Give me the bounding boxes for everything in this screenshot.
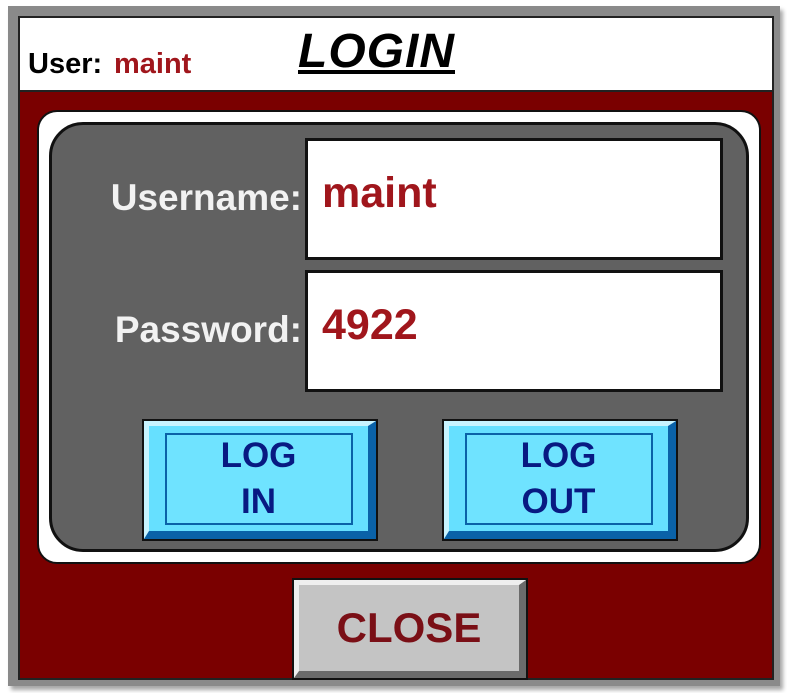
- close-button-label: CLOSE: [336, 604, 482, 651]
- login-window: User: maint LOGIN Username: maint Passwo…: [8, 6, 780, 686]
- logout-button-label-line2: OUT: [521, 481, 596, 521]
- header-bar: User: maint LOGIN: [20, 18, 772, 92]
- page-title: LOGIN: [298, 25, 455, 78]
- close-button[interactable]: CLOSE: [292, 578, 528, 680]
- logout-button-face: LOG OUT: [464, 432, 653, 525]
- login-button-face: LOG IN: [164, 432, 353, 525]
- current-user-label: User:: [28, 48, 103, 80]
- login-button-label-line1: LOG: [220, 435, 297, 475]
- logout-button[interactable]: LOG OUT: [442, 419, 678, 541]
- logout-button-label-line1: LOG: [520, 435, 597, 475]
- username-field[interactable]: maint: [305, 138, 723, 260]
- password-label: Password:: [114, 309, 302, 350]
- window-body: User: maint LOGIN Username: maint Passwo…: [18, 16, 774, 680]
- login-panel-border: Username: maint Password: 4922 LOG IN LO…: [37, 110, 761, 564]
- current-user-value: maint: [114, 48, 192, 80]
- login-panel: Username: maint Password: 4922 LOG IN LO…: [49, 122, 749, 552]
- username-value: maint: [322, 169, 437, 217]
- username-label: Username:: [110, 177, 302, 218]
- login-button-label-line2: IN: [241, 481, 276, 521]
- password-field[interactable]: 4922: [305, 270, 723, 392]
- password-value: 4922: [322, 301, 418, 349]
- login-button[interactable]: LOG IN: [142, 419, 378, 541]
